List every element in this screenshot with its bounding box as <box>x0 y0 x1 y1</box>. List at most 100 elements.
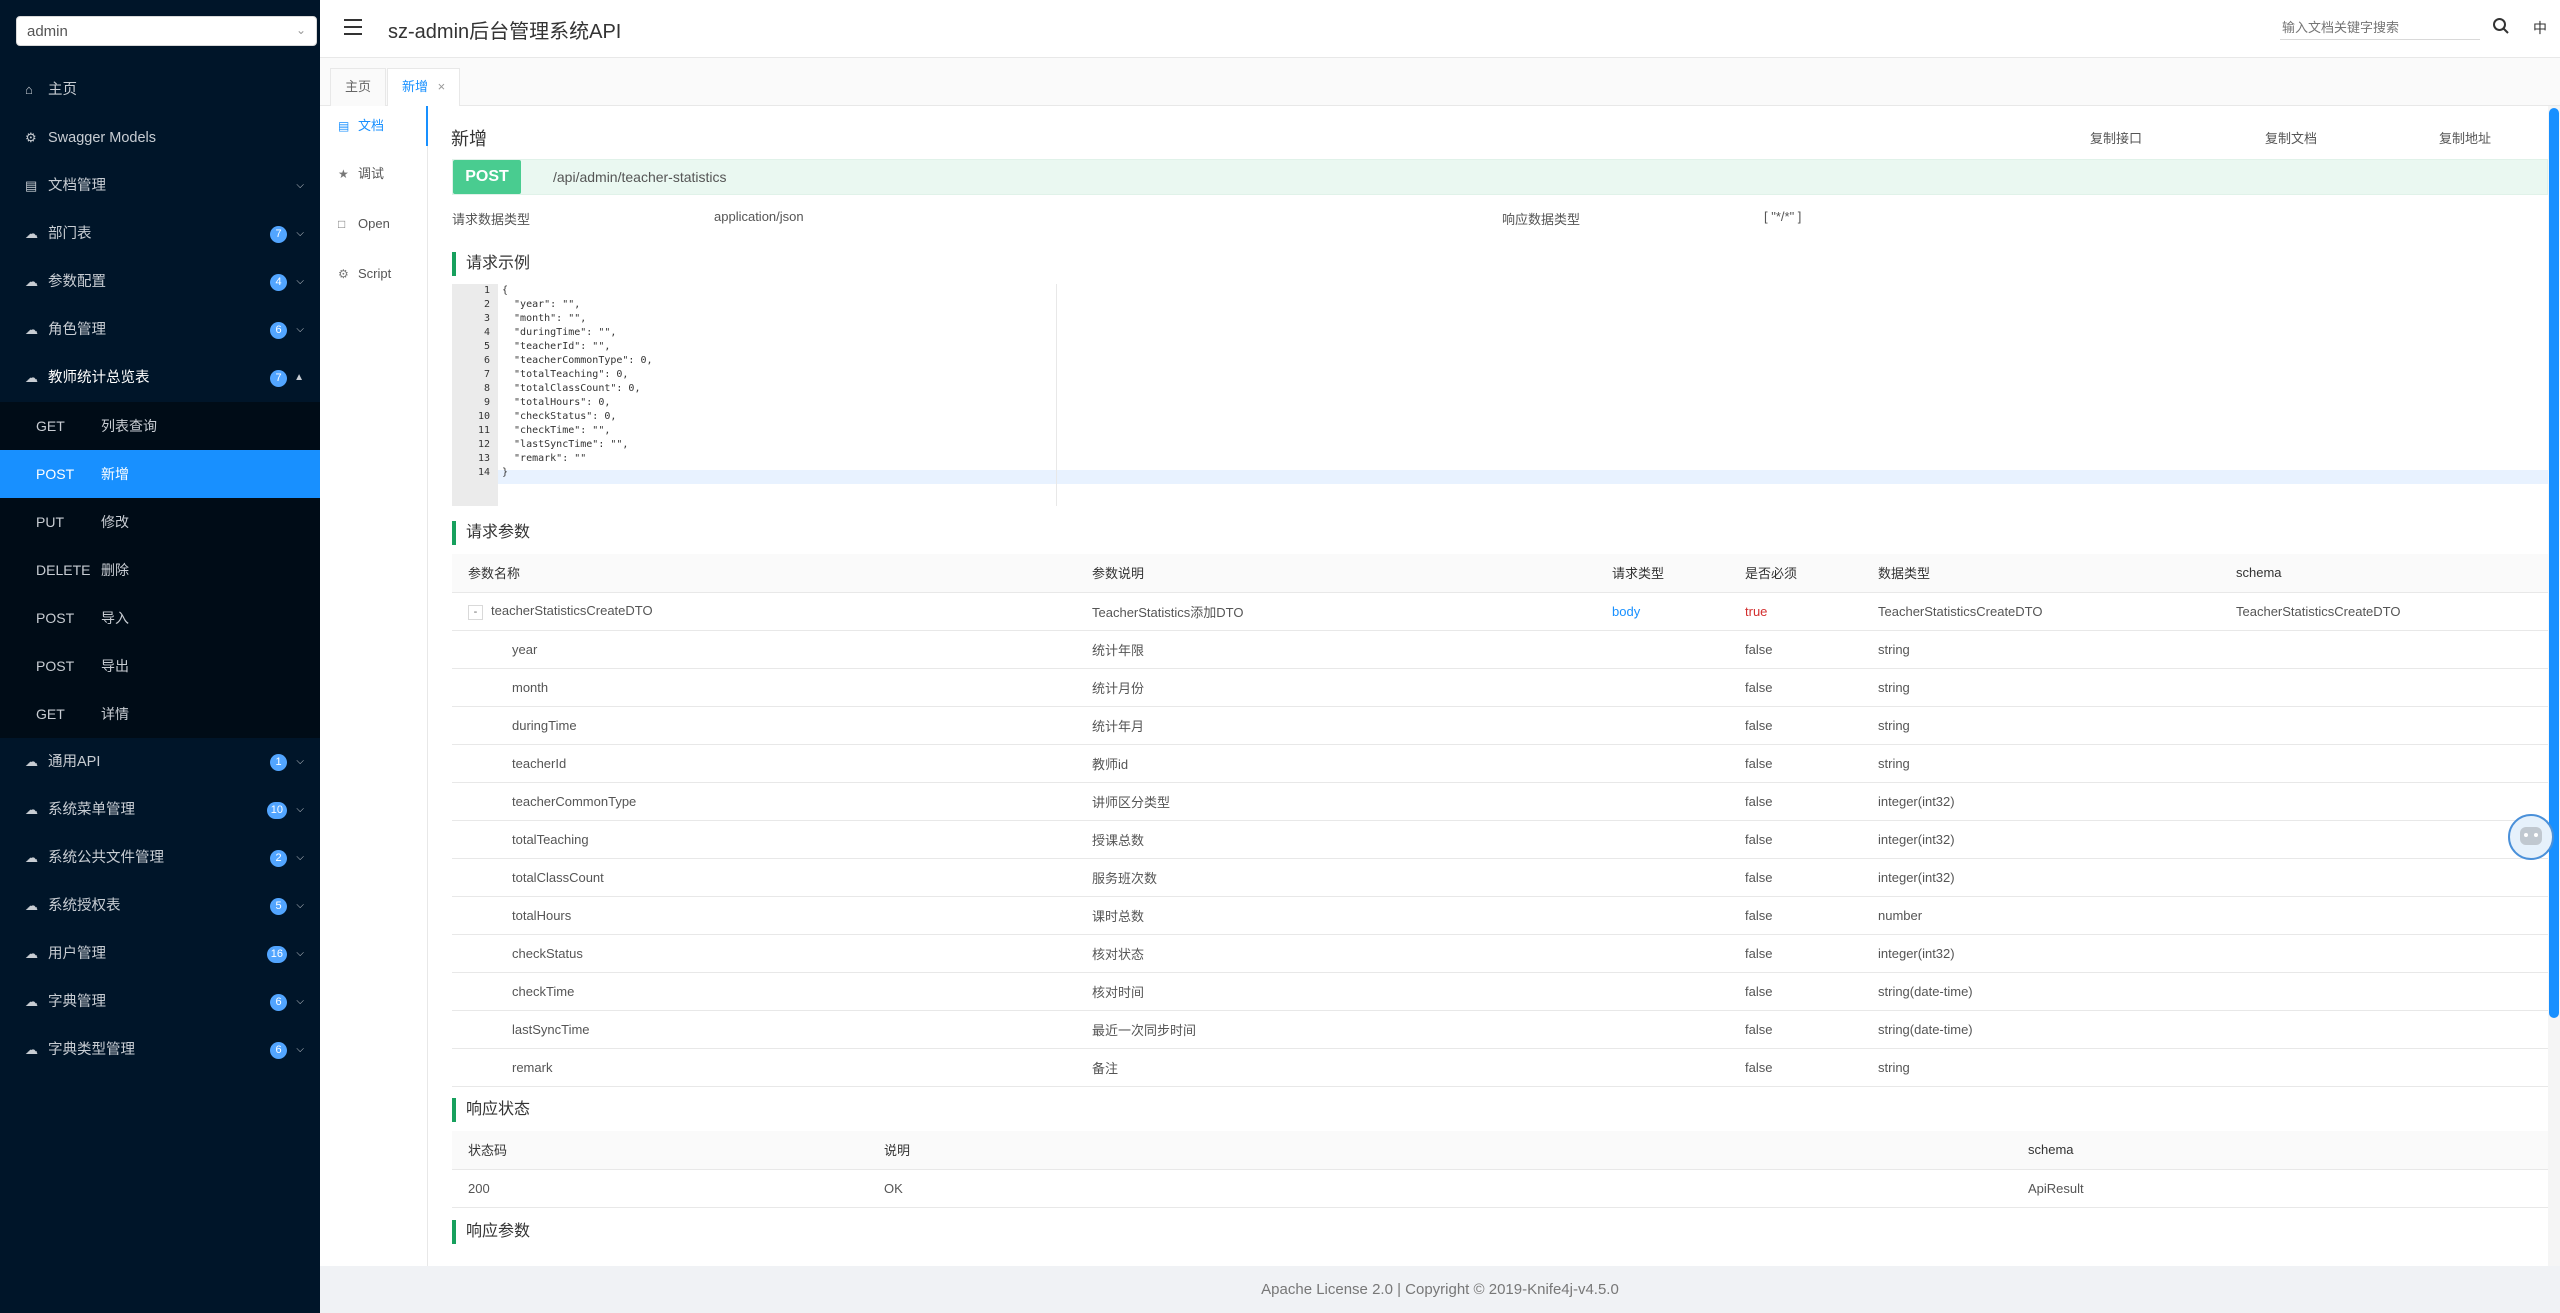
param-desc: 服务班次数 <box>1076 858 1596 897</box>
submenu-item-create[interactable]: POST 新增 <box>0 450 320 498</box>
sidebar-item-doc-manage[interactable]: ▤ 文档管理 ⌵ <box>0 162 320 210</box>
docnav-label: Open <box>358 216 390 231</box>
table-header-row: 参数名称 参数说明 请求类型 是否必须 数据类型 schema <box>452 554 2548 593</box>
docnav-item-script[interactable]: ⚙ Script <box>320 254 428 294</box>
submenu-item-update[interactable]: PUT 修改 <box>0 498 320 546</box>
sidebar-item-roles[interactable]: ☁ 角色管理 6 ⌵ <box>0 306 320 354</box>
code-line: "teacherCommonType": 0, <box>502 355 653 366</box>
sidebar-item-label: 通用API <box>48 754 101 770</box>
param-name-cell: - teacherStatisticsCreateDTO <box>452 592 1076 631</box>
models-icon: ⚙ <box>25 130 37 145</box>
param-schema <box>2220 934 2548 973</box>
copy-doc-button[interactable]: 复制文档 <box>2265 128 2317 147</box>
param-required: false <box>1729 668 1862 707</box>
code-line: "duringTime": "", <box>502 327 617 338</box>
param-schema <box>2220 668 2548 707</box>
code-line: } <box>502 467 509 478</box>
code-line: "year": "", <box>502 299 581 310</box>
section-title-response-params: 响应参数 <box>452 1220 530 1244</box>
sidebar-item-home[interactable]: ⌂ 主页 <box>0 66 320 114</box>
http-method: GET <box>36 706 65 722</box>
menu-collapse-icon[interactable] <box>344 19 362 35</box>
param-name: teacherStatisticsCreateDTO <box>491 602 653 618</box>
table-row: - teacherStatisticsCreateDTO TeacherStati… <box>452 592 2548 631</box>
footer: Apache License 2.0 | Copyright © 2019-Kn… <box>320 1266 2560 1313</box>
submenu-item-export[interactable]: POST 导出 <box>0 642 320 690</box>
language-toggle[interactable]: 中 <box>2533 18 2547 38</box>
sidebar-item-params[interactable]: ☁ 参数配置 4 ⌵ <box>0 258 320 306</box>
endpoint-bar: POST /api/admin/teacher-statistics <box>452 159 2548 195</box>
http-method: GET <box>36 418 65 434</box>
code-line: "lastSyncTime": "", <box>502 439 629 450</box>
doc-view-nav: ▤ 文档 ★ 调试 □ Open ⚙ Script <box>320 106 428 1266</box>
submenu-item-detail[interactable]: GET 详情 <box>0 690 320 738</box>
api-group-select[interactable]: admin ⌄ <box>16 16 317 46</box>
collapse-toggle[interactable]: - <box>468 604 483 620</box>
submenu-label: 详情 <box>101 706 129 722</box>
submenu-item-delete[interactable]: DELETE 删除 <box>0 546 320 594</box>
sidebar-item-teacher-stats[interactable]: ☁ 教师统计总览表 7 ▲ <box>0 354 320 402</box>
param-required: true <box>1729 592 1862 631</box>
sidebar-item-dept[interactable]: ☁ 部门表 7 ⌵ <box>0 210 320 258</box>
line-number: 14 <box>477 467 490 478</box>
close-icon[interactable]: × <box>438 79 446 94</box>
sidebar-item-sys-files[interactable]: ☁ 系统公共文件管理 2 ⌵ <box>0 834 320 882</box>
file-icon: □ <box>338 217 346 231</box>
search-icon[interactable] <box>2492 17 2510 35</box>
tab-create[interactable]: 新增 × <box>387 68 461 107</box>
sidebar-item-label: 字典管理 <box>48 994 106 1010</box>
docnav-item-open[interactable]: □ Open <box>320 204 428 244</box>
sidebar-item-label: 系统公共文件管理 <box>48 850 164 866</box>
copy-url-button[interactable]: 复制地址 <box>2439 128 2491 147</box>
param-name: remark <box>452 1048 1076 1087</box>
submenu-item-list[interactable]: GET 列表查询 <box>0 402 320 450</box>
param-type: integer(int32) <box>1862 820 2220 859</box>
code-editor[interactable]: 1 2 3 4 5 6 7 8 9 10 11 12 13 14 { "year… <box>452 284 2548 506</box>
section-title-request-params: 请求参数 <box>452 521 530 545</box>
param-type: integer(int32) <box>1862 858 2220 897</box>
sidebar-item-common-api[interactable]: ☁ 通用API 1 ⌵ <box>0 738 320 786</box>
param-in <box>1596 706 1729 745</box>
param-in <box>1596 630 1729 669</box>
param-name: checkTime <box>452 972 1076 1011</box>
cloud-icon: ☁ <box>25 1042 38 1057</box>
section-title-request-example: 请求示例 <box>452 252 530 276</box>
table-row: checkTime 核对时间 false string(date-time) <box>452 972 2548 1011</box>
sidebar-item-sys-menu[interactable]: ☁ 系统菜单管理 10 ⌵ <box>0 786 320 834</box>
status-code: 200 <box>452 1169 868 1208</box>
submenu-label: 删除 <box>101 562 129 578</box>
param-type: string <box>1862 706 2220 745</box>
docnav-item-debug[interactable]: ★ 调试 <box>320 154 428 194</box>
code-line: "checkStatus": 0, <box>502 411 617 422</box>
docnav-item-doc[interactable]: ▤ 文档 <box>320 106 428 146</box>
param-schema <box>2220 1010 2548 1049</box>
code-line: "totalHours": 0, <box>502 397 611 408</box>
sidebar-item-dict[interactable]: ☁ 字典管理 6 ⌵ <box>0 978 320 1026</box>
param-in <box>1596 858 1729 897</box>
param-required: false <box>1729 858 1862 897</box>
tab-home[interactable]: 主页 <box>330 68 387 106</box>
doc-manage-icon: ▤ <box>25 178 38 193</box>
column-header: schema <box>2012 1131 2548 1170</box>
scrollbar-thumb[interactable] <box>2549 108 2559 1018</box>
submenu-item-import[interactable]: POST 导入 <box>0 594 320 642</box>
search-input[interactable] <box>2280 16 2480 40</box>
cloud-icon: ☁ <box>25 226 38 241</box>
sidebar-item-swagger-models[interactable]: ⚙ Swagger Models <box>0 114 320 162</box>
copy-api-button[interactable]: 复制接口 <box>2090 128 2142 147</box>
endpoint-path: /api/admin/teacher-statistics <box>553 169 727 185</box>
param-desc: 核对时间 <box>1076 972 1596 1011</box>
sidebar-item-dict-type[interactable]: ☁ 字典类型管理 6 ⌵ <box>0 1026 320 1074</box>
cloud-icon: ☁ <box>25 802 38 817</box>
robot-avatar-icon[interactable] <box>2508 814 2554 860</box>
sidebar-item-users[interactable]: ☁ 用户管理 16 ⌵ <box>0 930 320 978</box>
param-required: false <box>1729 1048 1862 1087</box>
line-number: 10 <box>477 411 490 422</box>
param-desc: TeacherStatistics添加DTO <box>1076 592 1596 631</box>
sidebar-item-sys-auth[interactable]: ☁ 系统授权表 5 ⌵ <box>0 882 320 930</box>
param-desc: 课时总数 <box>1076 896 1596 935</box>
param-in <box>1596 972 1729 1011</box>
param-name: totalClassCount <box>452 858 1076 897</box>
table-row: duringTime 统计年月 false string <box>452 706 2548 745</box>
cloud-icon: ☁ <box>25 946 38 961</box>
